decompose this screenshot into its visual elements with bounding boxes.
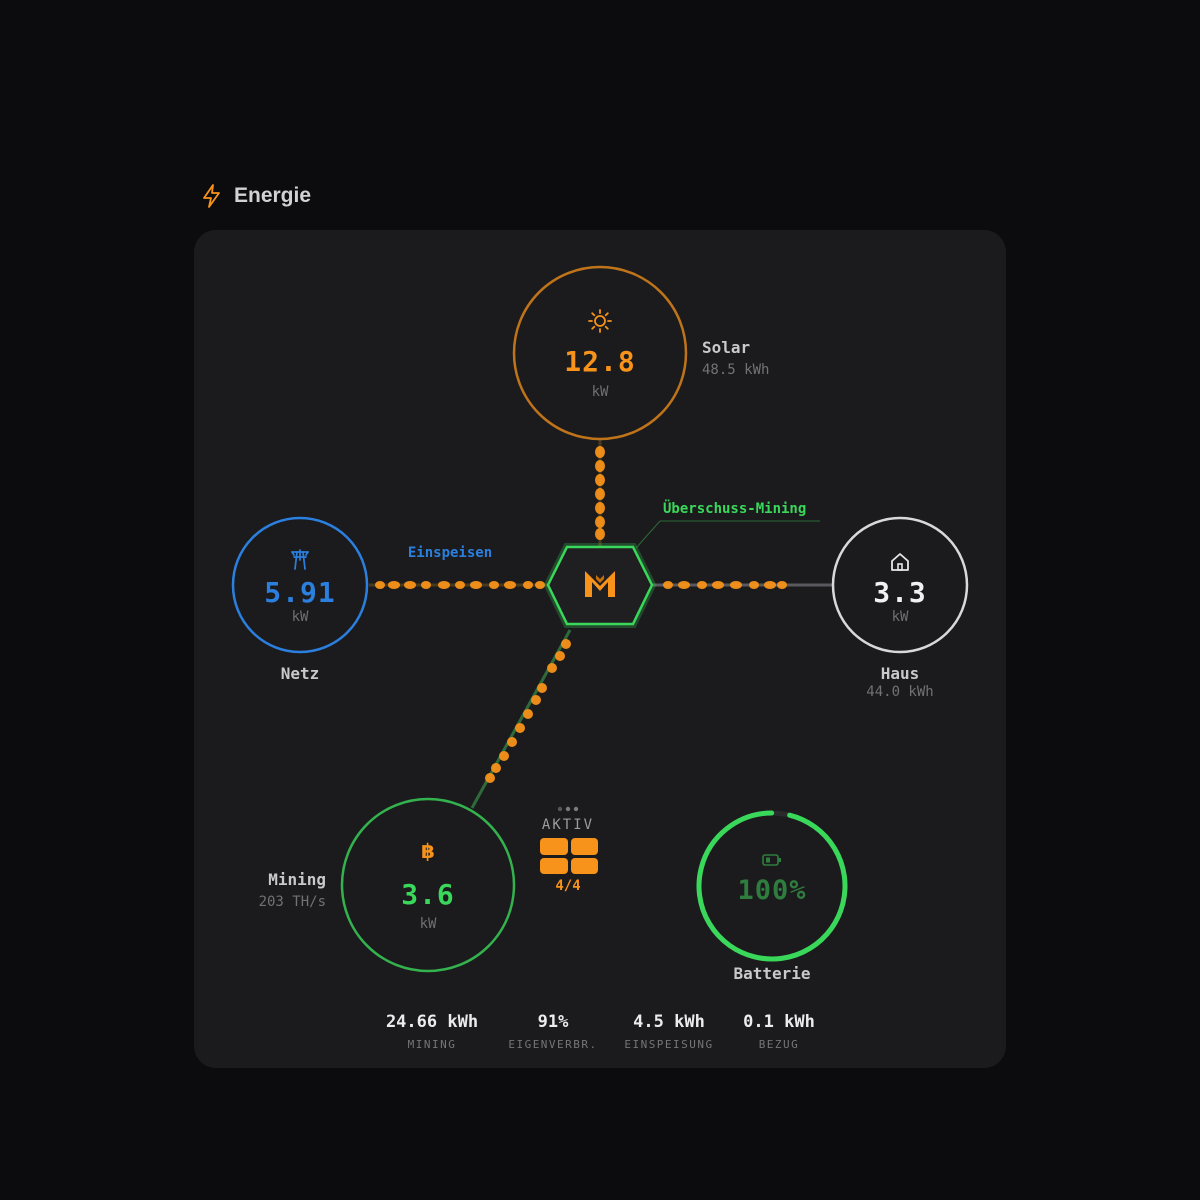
logo-m-icon [582,567,618,601]
stat-feedin-value: 4.5 kWh [633,1012,705,1032]
bitcoin-icon: ฿ [419,840,437,862]
solar-energy: 48.5 kWh [702,362,770,378]
stat-mining-value: 24.66 kWh [385,1012,479,1032]
solar-label: Solar [702,338,751,357]
grid-power-value: 5.91 [264,576,336,609]
lightning-icon [200,183,224,209]
mining-label: Mining [268,870,326,889]
section-title: Energie [234,184,312,207]
sun-icon [587,308,613,334]
section-header: Energie [200,181,311,211]
battery-label: Batterie [733,964,811,983]
mining-hashrate: 203 TH/s [258,894,326,910]
miner-unit[interactable] [540,857,568,874]
miners-status: AKTIV [541,817,595,833]
grid-flow-label: Einspeisen [407,545,493,561]
miners-count: 4/4 [555,878,581,894]
battery-icon [762,854,782,866]
power-pylon-icon [289,548,311,570]
house-power-unit: kW [891,609,909,625]
solar-power-unit: kW [591,384,609,400]
miner-unit[interactable] [570,857,598,874]
house-icon [889,552,911,572]
battery-percent: 100% [737,875,807,906]
mining-power-unit: kW [419,916,437,932]
solar-power-value: 12.8 [564,345,636,378]
grid-label: Netz [280,664,320,683]
house-energy: 44.0 kWh [866,684,934,700]
miner-unit[interactable] [570,838,598,855]
stat-import-value: 0.1 kWh [743,1012,815,1032]
mining-power-value: 3.6 [401,878,455,911]
svg-text:฿: ฿ [421,840,435,862]
house-power-value: 3.3 [873,576,927,609]
grid-power-unit: kW [291,609,309,625]
more-dots-icon [557,806,579,812]
house-label: Haus [880,664,920,683]
miner-units [540,838,598,874]
stat-selfconsumption-label: EIGENVERBR. [508,1038,598,1051]
stat-import-label: BEZUG [758,1038,800,1051]
stat-mining-label: MINING [407,1038,457,1051]
stat-selfconsumption-value: 91% [537,1012,569,1032]
stat-feedin-label: EINSPEISUNG [624,1038,714,1051]
hub-mode-label: Überschuss-Mining [663,501,807,517]
miner-unit[interactable] [540,838,568,855]
